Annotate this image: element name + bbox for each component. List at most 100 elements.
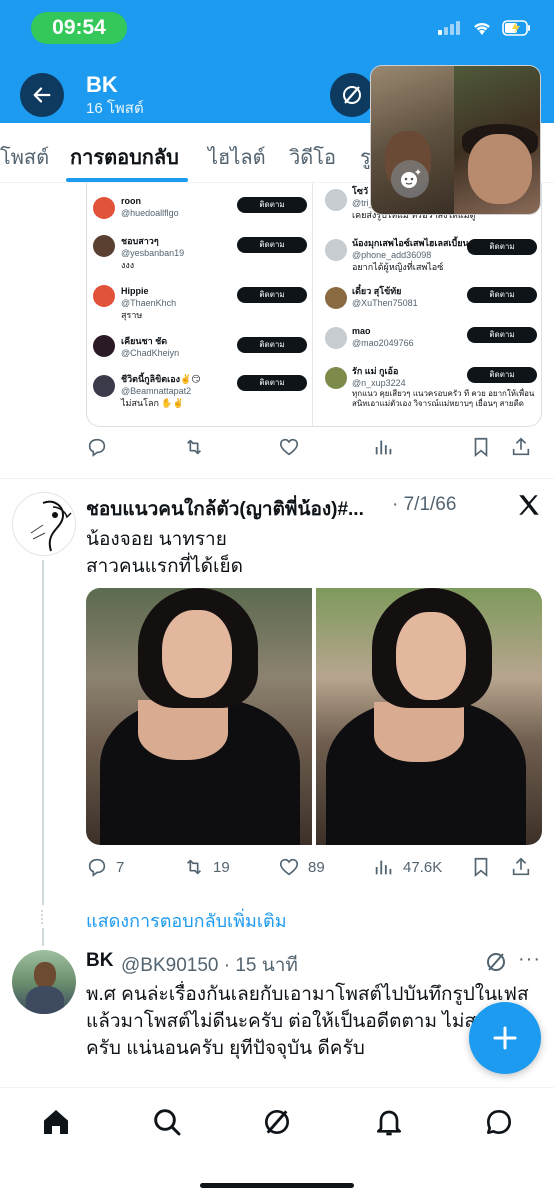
reply-button[interactable]: 7 xyxy=(86,856,124,878)
share-button[interactable] xyxy=(510,856,532,878)
list-item: น้องมุกเสพไอซ์เสพไฮเลสเบี้ยน @phone_add3… xyxy=(352,238,469,272)
heart-icon xyxy=(279,438,299,456)
grok-icon xyxy=(343,86,361,104)
bookmark-icon xyxy=(474,857,488,878)
retweet-button[interactable] xyxy=(183,436,205,458)
list-item: เคียนชา ชัด @ChadKheiyn xyxy=(121,336,180,358)
avatar xyxy=(93,375,115,397)
list-item: Hippie @ThaenKhch สุราษ xyxy=(121,286,177,320)
author-name[interactable]: BK xyxy=(86,950,113,972)
follow-button[interactable]: ติดตาม xyxy=(467,287,537,303)
avatar[interactable] xyxy=(12,492,76,556)
face-effects-icon xyxy=(401,169,421,188)
tweet-actions: 7 19 89 47.6K xyxy=(86,856,530,886)
tab-videos[interactable]: วิดีโอ xyxy=(289,141,336,173)
card-divider xyxy=(312,183,313,426)
avatar xyxy=(325,239,347,261)
retweet-button[interactable]: 19 xyxy=(183,856,230,878)
tab-highlights[interactable]: ไฮไลต์ xyxy=(208,141,266,173)
reply-icon xyxy=(88,438,106,457)
tweet-photo-1[interactable] xyxy=(86,588,312,845)
retweet-icon xyxy=(186,439,202,455)
x-logo-icon xyxy=(519,495,539,515)
thread-dots xyxy=(41,910,45,924)
like-button[interactable]: 89 xyxy=(278,856,325,878)
follow-button[interactable]: ติดตาม xyxy=(237,237,307,253)
avatar xyxy=(325,327,347,349)
tweet-photos[interactable] xyxy=(86,588,542,845)
grok-icon[interactable] xyxy=(261,1106,293,1138)
retweet-count: 19 xyxy=(213,858,230,876)
thread-line xyxy=(42,928,44,946)
thread-line xyxy=(42,560,44,905)
sketch-avatar-icon xyxy=(30,500,72,552)
list-item: เดี๋ยว สุโข้ทัย @XuThen75081 xyxy=(352,286,418,308)
follow-button[interactable]: ติดตาม xyxy=(237,197,307,213)
search-icon[interactable] xyxy=(151,1106,183,1138)
post-count: 16 โพสต์ xyxy=(86,100,144,117)
reply-count: 7 xyxy=(116,858,125,876)
profile-name: BK xyxy=(86,72,118,97)
status-icons xyxy=(438,20,532,36)
retweet-icon xyxy=(186,859,202,875)
status-bar: 09:54 xyxy=(0,0,554,56)
compose-button[interactable] xyxy=(469,1002,541,1074)
more-options-button[interactable]: ··· xyxy=(518,948,541,971)
views-icon xyxy=(375,860,392,875)
tweet-actions xyxy=(86,436,530,466)
tweet-text: น้องจอย นาทราย สาวคนแรกที่ได้เย็ด xyxy=(86,529,243,577)
tweet-photo-2[interactable] xyxy=(316,588,542,845)
tweet-date: · 7/1/66 xyxy=(392,494,457,515)
effects-button[interactable] xyxy=(391,160,429,198)
divider xyxy=(0,478,554,479)
back-button[interactable] xyxy=(20,73,64,117)
video-feed-2 xyxy=(454,66,540,214)
views-button[interactable] xyxy=(373,436,395,458)
wifi-icon xyxy=(474,22,490,35)
follow-button[interactable]: ติดตาม xyxy=(467,239,537,255)
active-tab-indicator xyxy=(66,178,188,182)
share-icon xyxy=(512,857,530,876)
reply-icon xyxy=(88,858,106,877)
reply-button[interactable] xyxy=(86,436,108,458)
views-button[interactable]: 47.6K xyxy=(373,856,442,878)
bookmark-button[interactable] xyxy=(470,856,492,878)
home-indicator xyxy=(200,1183,354,1188)
home-icon[interactable] xyxy=(40,1106,72,1138)
follow-button[interactable]: ติดตาม xyxy=(467,327,537,343)
heart-icon xyxy=(279,858,299,876)
grok-icon[interactable] xyxy=(484,950,508,974)
avatar xyxy=(93,197,115,219)
avatar xyxy=(325,189,347,211)
avatar xyxy=(93,235,115,257)
arrow-left-icon xyxy=(33,87,51,103)
list-item: mao @mao2049766 xyxy=(352,326,414,348)
follow-button[interactable]: ติดตาม xyxy=(237,337,307,353)
follow-button[interactable]: ติดตาม xyxy=(237,375,307,391)
bookmark-button[interactable] xyxy=(470,436,492,458)
author-name[interactable]: ชอบแนวคนใกล้ตัว(ญาติพี่น้อง)#... xyxy=(86,494,364,524)
list-item: ชีวิตนี้กูลิขิตเอง✌️😏 @Beamnattapat2 ไม่… xyxy=(121,374,201,408)
avatar xyxy=(93,335,115,357)
cellular-signal-icon xyxy=(438,21,462,35)
share-button[interactable] xyxy=(510,436,532,458)
avatar[interactable] xyxy=(12,950,76,1014)
messages-icon[interactable] xyxy=(483,1106,515,1138)
tab-replies[interactable]: การตอบกลับ xyxy=(70,141,179,173)
avatar xyxy=(325,287,347,309)
show-more-replies-link[interactable]: แสดงการตอบกลับเพิ่มเติม xyxy=(86,906,287,935)
share-icon xyxy=(512,437,530,456)
avatar xyxy=(93,285,115,307)
status-time: 09:54 xyxy=(31,12,127,44)
grok-button[interactable] xyxy=(330,73,374,117)
battery-charging-icon xyxy=(502,20,530,36)
follow-button[interactable]: ติดตาม xyxy=(467,367,537,383)
follow-button[interactable]: ติดตาม xyxy=(237,287,307,303)
embedded-image-card[interactable]: roon @huedoallflgo ติดตาม ชอบสาวๆ @yesba… xyxy=(86,183,542,427)
views-icon xyxy=(375,440,392,455)
like-button[interactable] xyxy=(278,436,300,458)
avatar xyxy=(325,367,347,389)
bell-icon[interactable] xyxy=(373,1106,405,1138)
tab-posts[interactable]: โพสต์ xyxy=(0,141,49,173)
list-item: roon @huedoallflgo xyxy=(121,196,179,218)
